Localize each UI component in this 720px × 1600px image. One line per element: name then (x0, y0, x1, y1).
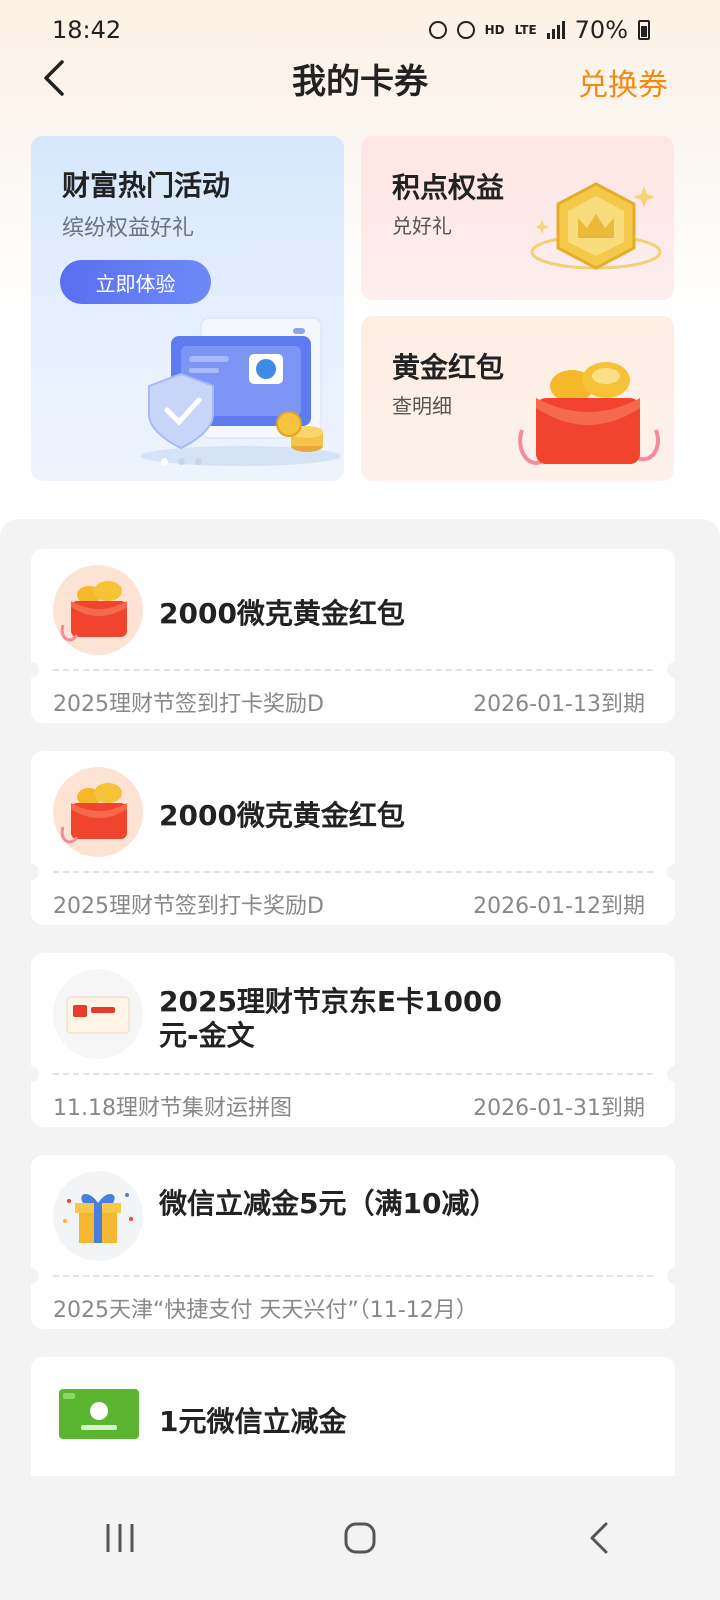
wechat-card-icon (59, 1389, 139, 1439)
promo-subtitle: 缤纷权益好礼 (62, 216, 195, 241)
wallet-shield-illustration (141, 317, 341, 466)
jd-card-icon (53, 969, 143, 1059)
coupon-name: 2000微克黄金红包 (159, 597, 405, 630)
page-title: 我的卡券 (292, 61, 428, 102)
battery-percent: 70% (574, 16, 628, 44)
promo-title: 黄金红包 (392, 351, 505, 384)
status-time: 18:42 (52, 16, 122, 44)
coupon-card[interactable]: 2000微克黄金红包 2025理财节签到打卡奖励D 2026-01-13到期 (23, 549, 683, 723)
alarm-icon (456, 21, 475, 39)
try-now-button[interactable]: 立即体验 (60, 260, 211, 304)
system-navigation-bar (0, 1476, 720, 1600)
red-envelope-gold-icon (518, 362, 660, 465)
coupon-card[interactable]: 微信立减金5元（满10减） 2025天津“快捷支付 天天兴付”（11-12月） (23, 1155, 683, 1329)
coupon-expiry: 2026-01-31到期 (473, 1096, 645, 1121)
coupon-card[interactable]: 2000微克黄金红包 2025理财节签到打卡奖励D 2026-01-12到期 (23, 751, 683, 925)
promo-subtitle: 兑好礼 (392, 214, 452, 238)
promo-subtitle: 查明细 (392, 394, 452, 418)
recent-apps-button[interactable] (90, 1508, 150, 1568)
coupon-card[interactable]: 2025理财节京东E卡1000元-金文 11.18理财节集财运拼图 2026-0… (23, 953, 683, 1127)
promo-card-points-benefits[interactable]: 积点权益 兑好礼 (361, 136, 674, 300)
coupon-expiry: 2026-01-13到期 (473, 692, 645, 717)
gold-crown-badge-icon (530, 182, 662, 270)
status-icons: HD LTE 70% (428, 16, 650, 44)
coupon-name: 微信立减金5元（满10减） (159, 1187, 498, 1220)
coupon-source: 2025理财节签到打卡奖励D (53, 894, 324, 919)
red-envelope-icon (53, 565, 143, 655)
lte-icon: LTE (514, 23, 537, 37)
promo-card-gold-red-envelope[interactable]: 黄金红包 查明细 (361, 316, 674, 481)
hd-icon: HD (484, 23, 505, 37)
chevron-left-icon (44, 60, 64, 96)
home-button[interactable] (330, 1508, 390, 1568)
coupon-name: 1元微信立减金 (159, 1405, 347, 1438)
gift-box-icon (53, 1171, 143, 1261)
back-icon (590, 1522, 608, 1554)
recycle-icon (428, 21, 447, 39)
promo-title: 财富热门活动 (62, 169, 231, 202)
back-button[interactable] (36, 58, 76, 98)
coupon-source: 11.18理财节集财运拼图 (53, 1096, 292, 1121)
coupon-name: 2000微克黄金红包 (159, 799, 405, 832)
system-back-button[interactable] (570, 1508, 630, 1568)
battery-icon (638, 20, 650, 40)
recent-apps-icon (106, 1524, 134, 1552)
promo-title: 积点权益 (392, 171, 505, 204)
header: 我的卡券 兑换券 (0, 48, 720, 108)
exchange-coupon-link[interactable]: 兑换券 (578, 60, 668, 104)
coupon-expiry: 2026-01-12到期 (473, 894, 645, 919)
carousel-dots (161, 458, 202, 465)
red-envelope-icon (53, 767, 143, 857)
coupon-source: 2025理财节签到打卡奖励D (53, 692, 324, 717)
coupon-source: 2025天津“快捷支付 天天兴付”（11-12月） (53, 1298, 478, 1323)
coupon-name: 2025理财节京东E卡1000元-金文 (159, 985, 502, 1052)
home-icon (344, 1522, 376, 1554)
signal-icon (546, 21, 565, 39)
promo-card-wealth-activities[interactable]: 财富热门活动 缤纷权益好礼 立即体验 (31, 136, 344, 481)
coupon-card[interactable]: 1元微信立减金 (31, 1357, 675, 1487)
